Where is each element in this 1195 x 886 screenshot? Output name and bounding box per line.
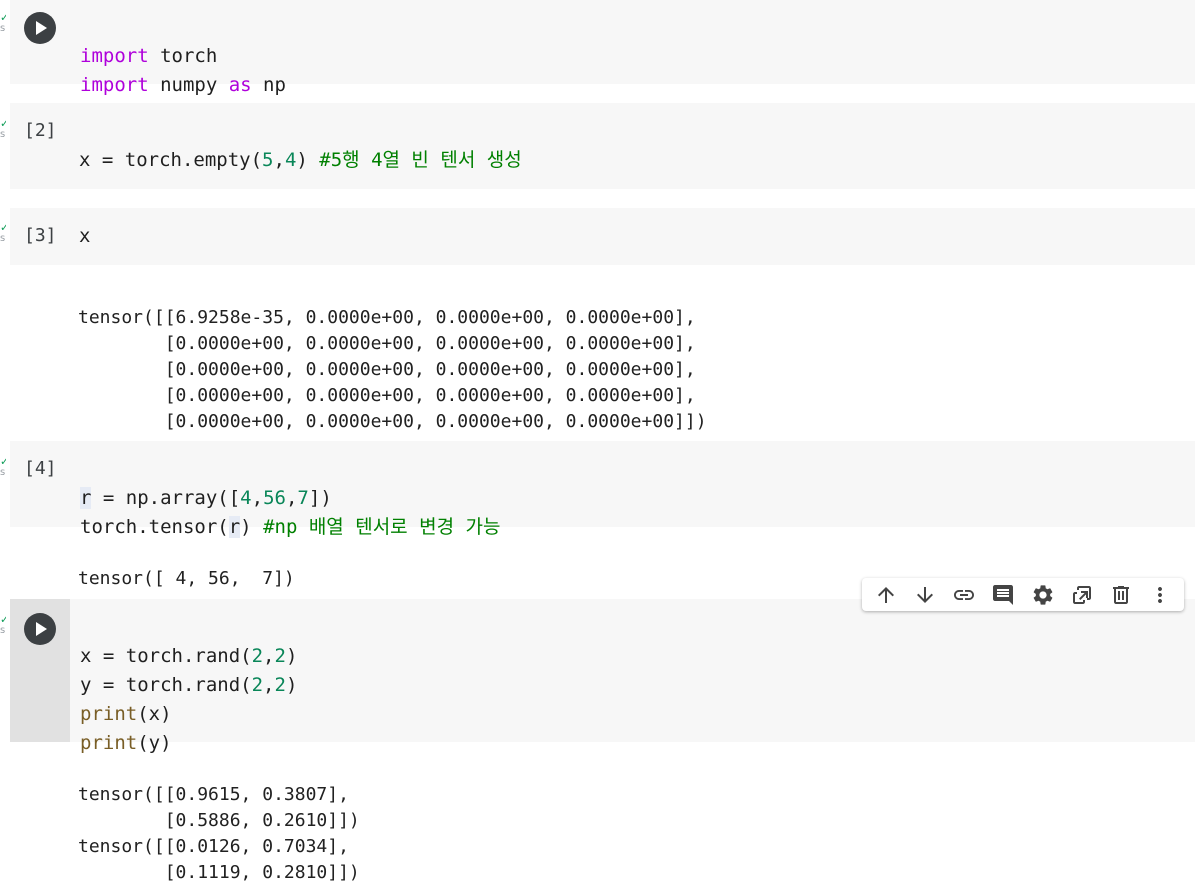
run-cell-button[interactable] <box>24 613 56 645</box>
output-line: tensor([ 4, 56, 7]) <box>78 568 295 589</box>
executed-check-icon: ✓ s <box>0 222 6 244</box>
code-line: print(x) <box>80 703 172 725</box>
output-line: tensor([[0.9615, 0.3807], <box>78 784 349 805</box>
add-comment-button[interactable] <box>988 580 1018 610</box>
more-vert-icon <box>1158 586 1163 603</box>
cell-output: tensor([[0.9615, 0.3807], [0.5886, 0.261… <box>78 756 360 886</box>
execution-count: [4] <box>24 458 57 479</box>
executed-check-icon: ✓ s <box>0 614 6 636</box>
mirror-cell-icon <box>1072 585 1091 604</box>
cell-settings-button[interactable] <box>1028 580 1058 610</box>
move-cell-up-button[interactable] <box>871 580 901 610</box>
output-line: [0.0000e+00, 0.0000e+00, 0.0000e+00, 0.0… <box>78 411 707 432</box>
output-line: [0.0000e+00, 0.0000e+00, 0.0000e+00, 0.0… <box>78 333 696 354</box>
code-line: x = torch.empty(5,4) #5행 4열 빈 텐서 생성 <box>79 149 522 171</box>
code-cell-5[interactable]: x = torch.rand(2,2) y = torch.rand(2,2) pr… <box>10 599 1195 754</box>
code-cell-2[interactable]: [2] x = torch.empty(5,4) #5행 4열 빈 텐서 생성 <box>10 103 1195 189</box>
delete-cell-button[interactable] <box>1106 580 1136 610</box>
executed-check-icon: ✓ s <box>0 118 6 140</box>
cell-output: tensor([ 4, 56, 7]) <box>78 540 295 592</box>
code-line: y = torch.rand(2,2) <box>80 674 298 696</box>
code-editor[interactable]: x = torch.rand(2,2) y = torch.rand(2,2) pr… <box>80 613 297 758</box>
copy-link-button[interactable] <box>949 580 979 610</box>
code-editor[interactable]: import torch import numpy as np <box>80 13 286 100</box>
code-cell-3[interactable]: [3] x <box>10 208 1195 265</box>
output-line: [0.0000e+00, 0.0000e+00, 0.0000e+00, 0.0… <box>78 385 696 406</box>
play-icon <box>36 21 47 35</box>
comment-icon <box>993 584 1014 605</box>
code-line: torch.tensor(r) #np 배열 텐서로 변경 가능 <box>80 516 501 538</box>
code-editor[interactable]: x <box>79 222 90 251</box>
more-actions-button[interactable] <box>1145 580 1175 610</box>
cell-toolbar <box>862 578 1184 611</box>
executed-check-icon: ✓ s <box>0 456 6 478</box>
output-line: [0.1119, 0.2810]]) <box>78 862 360 883</box>
output-line: [0.5886, 0.2610]]) <box>78 810 360 831</box>
code-cell-1[interactable]: import torch import numpy as np <box>10 0 1195 96</box>
link-icon <box>954 589 975 600</box>
delete-icon <box>1113 585 1130 604</box>
play-icon <box>36 622 47 636</box>
code-editor[interactable]: r = np.array([4,56,7]) torch.tensor(r) #n… <box>80 455 500 542</box>
gear-icon <box>1033 584 1052 605</box>
arrow-up-icon <box>877 586 894 603</box>
execution-count: [3] <box>24 225 57 246</box>
output-line: tensor([[6.9258e-35, 0.0000e+00, 0.0000e… <box>78 307 696 328</box>
code-line: import numpy as np <box>80 74 286 96</box>
code-line: import torch <box>80 45 218 67</box>
output-line: [0.0000e+00, 0.0000e+00, 0.0000e+00, 0.0… <box>78 359 696 380</box>
run-cell-button[interactable] <box>24 12 56 44</box>
output-line: tensor([[0.0126, 0.7034], <box>78 836 349 857</box>
execution-count: [2] <box>24 120 57 141</box>
arrow-down-icon <box>916 586 933 603</box>
move-cell-down-button[interactable] <box>910 580 940 610</box>
code-line: print(y) <box>80 732 172 754</box>
code-editor[interactable]: x = torch.empty(5,4) #5행 4열 빈 텐서 생성 <box>79 117 522 175</box>
code-line: x = torch.rand(2,2) <box>80 645 298 667</box>
code-line: r = np.array([4,56,7]) <box>80 487 332 509</box>
code-cell-4[interactable]: [4] r = np.array([4,56,7]) torch.tensor(r… <box>10 441 1195 538</box>
mirror-cell-button[interactable] <box>1067 580 1097 610</box>
executed-check-icon: ✓ s <box>0 12 6 34</box>
cell-output: tensor([[6.9258e-35, 0.0000e+00, 0.0000e… <box>78 279 707 435</box>
